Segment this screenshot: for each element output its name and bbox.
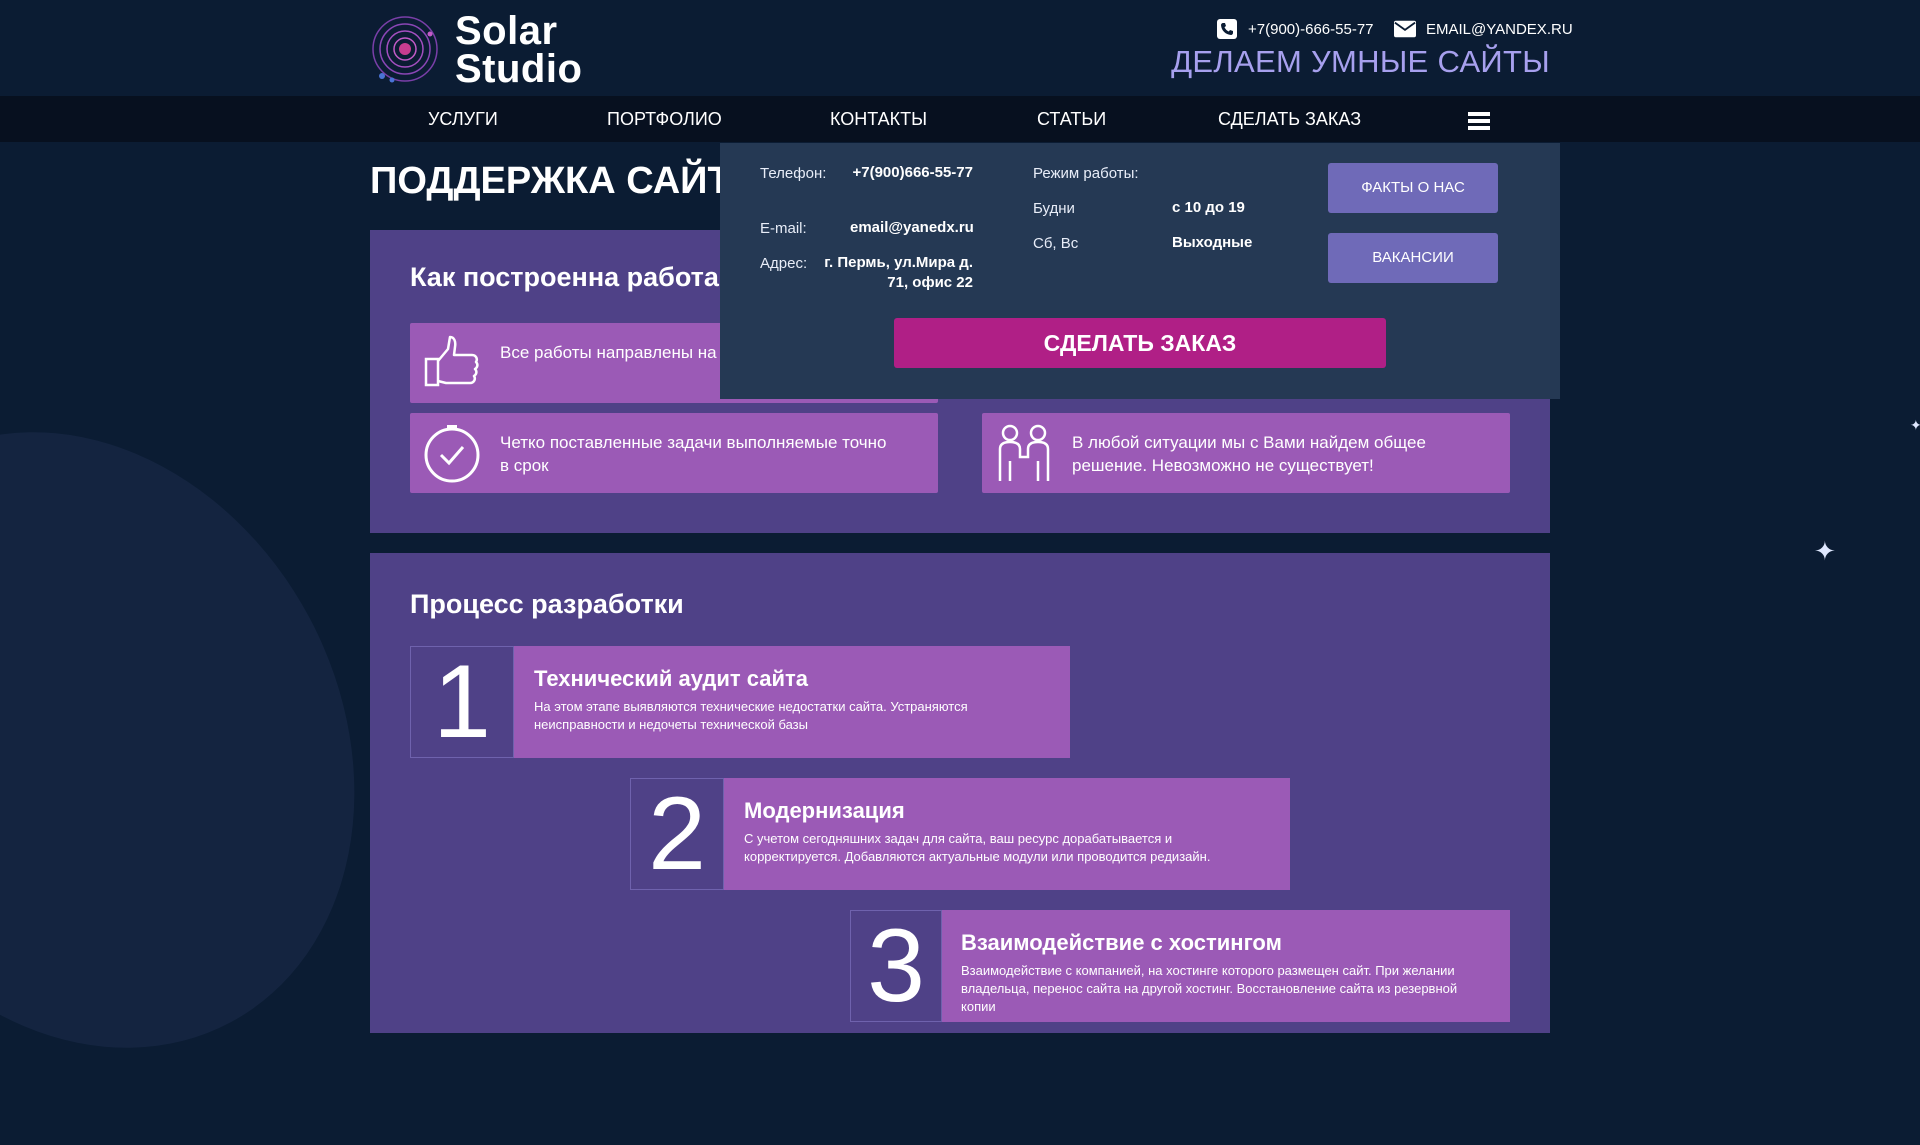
process-step: 3 Взаимодействие с хостингом Взаимодейст… — [850, 910, 1510, 1022]
step-number: 2 — [630, 778, 724, 890]
step-description: Взаимодействие с компанией, на хостинге … — [961, 963, 1458, 1014]
feature-card-text: В любой ситуации мы с Вами найдем общее … — [1072, 433, 1426, 475]
nav-item-portfolio[interactable]: ПОРТФОЛИО — [607, 96, 722, 142]
weekdays-label: Будни — [1033, 200, 1075, 217]
step-number: 1 — [410, 646, 514, 758]
process-step: 2 Модернизация С учетом сегодняшних зада… — [630, 778, 1290, 890]
address-value: г. Пермь, ул.Мира д. 71, офис 22 — [824, 254, 973, 291]
feature-card: Четко поставленные задачи выполняемые то… — [410, 413, 938, 493]
header-phone[interactable]: +7(900)-666-55-77 — [1216, 18, 1374, 40]
star-icon: ✦ — [1910, 417, 1920, 433]
phone-value[interactable]: +7(900)666-55-77 — [850, 163, 973, 183]
phone-icon — [1216, 18, 1238, 40]
step-title: Технический аудит сайта — [534, 666, 809, 691]
nav-item-order[interactable]: СДЕЛАТЬ ЗАКАЗ — [1218, 96, 1361, 142]
step-title: Модернизация — [744, 798, 905, 823]
step-number: 3 — [850, 910, 942, 1022]
feature-card: В любой ситуации мы с Вами найдем общее … — [982, 413, 1510, 493]
phone-label: Телефон: — [760, 165, 827, 182]
contact-dropdown: Телефон: +7(900)666-55-77 E-mail: email@… — [720, 143, 1560, 399]
nav-item-articles[interactable]: СТАТЬИ — [1037, 96, 1106, 142]
vacancies-button[interactable]: ВАКАНСИИ — [1328, 233, 1498, 283]
header-email[interactable]: EMAIL@YANDEX.RU — [1394, 18, 1573, 40]
tagline: ДЕЛАЕМ УМНЫЕ САЙТЫ — [1171, 44, 1550, 79]
order-button[interactable]: СДЕЛАТЬ ЗАКАЗ — [894, 318, 1386, 368]
feature-card-text: Четко поставленные задачи выполняемые то… — [500, 433, 887, 475]
weekend-value: Выходные — [1172, 234, 1253, 251]
brand-name[interactable]: Solar Studio — [455, 9, 583, 91]
process-step: 1 Технический аудит сайта На этом этапе … — [410, 646, 1070, 758]
envelope-icon — [1394, 18, 1416, 40]
site-header: Solar Studio +7(900)-666-55-77 EMAIL@YAN… — [0, 0, 1920, 96]
process-heading: Процесс разработки — [410, 589, 684, 619]
handshake-people-icon — [998, 424, 1050, 481]
step-description: С учетом сегодняшних задач для сайта, ва… — [744, 831, 1211, 864]
brand-line-2: Studio — [455, 47, 583, 91]
thumbs-up-icon — [424, 335, 479, 387]
header-email-text: EMAIL@YANDEX.RU — [1426, 20, 1573, 38]
step-description: На этом этапе выявляются технические нед… — [534, 699, 968, 732]
address-label: Адрес: — [760, 255, 808, 272]
step-title: Взаимодействие с хостингом — [961, 930, 1282, 955]
brand-line-1: Solar — [455, 9, 558, 53]
email-label: E-mail: — [760, 220, 807, 237]
solar-logo-icon[interactable] — [370, 14, 440, 84]
nav-item-services[interactable]: УСЛУГИ — [428, 96, 498, 142]
how-work-heading: Как построенна работа — [410, 262, 719, 292]
nav-item-contacts[interactable]: КОНТАКТЫ — [830, 96, 927, 142]
weekend-label: Сб, Вс — [1033, 235, 1079, 252]
header-phone-text: +7(900)-666-55-77 — [1248, 20, 1374, 38]
star-icon: ✦ — [1814, 536, 1836, 566]
schedule-label: Режим работы: — [1033, 165, 1139, 182]
process-section: Процесс разработки 1 Технический аудит с… — [370, 553, 1550, 1033]
weekdays-value: с 10 до 19 — [1172, 199, 1245, 216]
clock-check-icon — [424, 425, 480, 483]
facts-button[interactable]: ФАКТЫ О НАС — [1328, 163, 1498, 213]
email-value[interactable]: email@yanedx.ru — [850, 218, 974, 238]
main-nav: УСЛУГИ ПОРТФОЛИО КОНТАКТЫ СТАТЬИ СДЕЛАТЬ… — [0, 96, 1920, 142]
menu-hamburger-icon[interactable] — [1468, 112, 1490, 130]
